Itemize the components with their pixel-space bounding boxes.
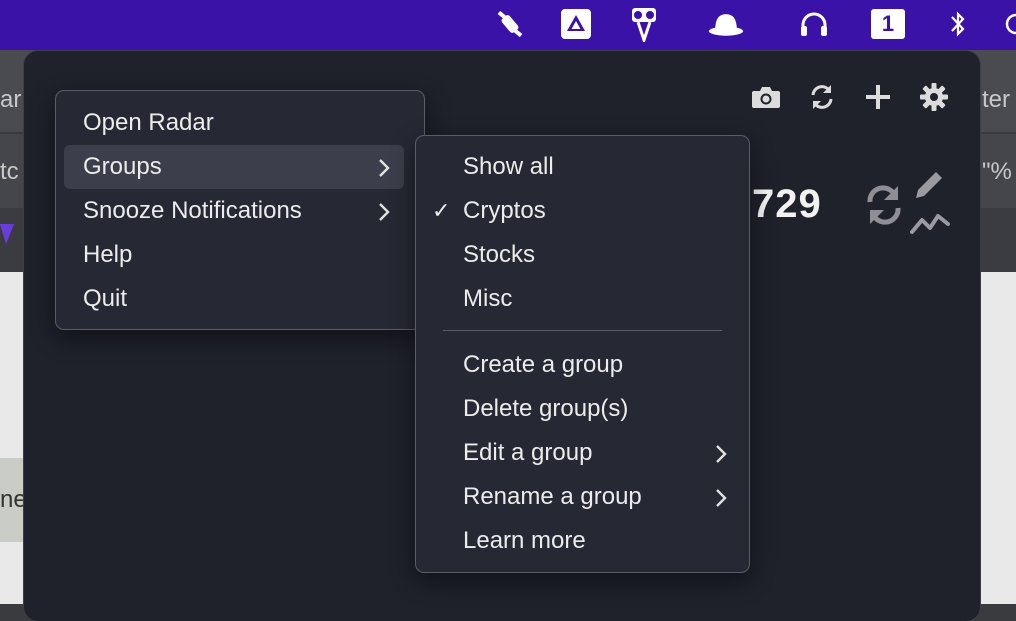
chart-line-icon[interactable] bbox=[910, 210, 950, 241]
drive-icon[interactable] bbox=[558, 8, 594, 40]
background-text: tc bbox=[0, 158, 19, 185]
edit-pencil-icon[interactable] bbox=[912, 168, 946, 207]
headphones-icon[interactable] bbox=[796, 8, 832, 40]
camera-icon[interactable] bbox=[749, 80, 783, 114]
menu-item-label: Groups bbox=[83, 153, 162, 180]
one-password-label: 1 bbox=[871, 9, 905, 39]
menu-item-label: Learn more bbox=[463, 527, 586, 554]
background-text: "% bbox=[982, 158, 1012, 185]
menu-item-cryptos[interactable]: ✓ Cryptos bbox=[424, 189, 741, 233]
menu-item-stocks[interactable]: Stocks bbox=[424, 233, 741, 277]
chevron-right-icon bbox=[715, 431, 727, 475]
chevron-right-icon bbox=[378, 145, 390, 189]
menu-item-label: Edit a group bbox=[463, 439, 593, 466]
menu-item-label: Rename a group bbox=[463, 483, 642, 510]
menu-item-delete-groups[interactable]: Delete group(s) bbox=[424, 387, 741, 431]
gear-icon[interactable] bbox=[917, 80, 951, 114]
menu-item-edit-group[interactable]: Edit a group bbox=[424, 431, 741, 475]
menu-item-label: Cryptos bbox=[463, 197, 546, 224]
menu-item-label: Show all bbox=[463, 153, 554, 180]
menu-item-snooze-notifications[interactable]: Snooze Notifications bbox=[64, 189, 404, 233]
refresh-icon[interactable] bbox=[805, 80, 839, 114]
bluetooth-icon[interactable] bbox=[940, 8, 976, 40]
one-password-icon[interactable]: 1 bbox=[870, 8, 906, 40]
chevron-right-icon bbox=[378, 189, 390, 233]
background-text: ter bbox=[982, 86, 1011, 113]
menu-item-label: Create a group bbox=[463, 351, 624, 378]
background-text: ar bbox=[0, 86, 22, 113]
groups-submenu: Show all ✓ Cryptos Stocks Misc Create a … bbox=[415, 135, 750, 573]
add-icon[interactable] bbox=[861, 80, 895, 114]
menu-item-label: Help bbox=[83, 241, 133, 268]
menu-item-label: Stocks bbox=[463, 241, 536, 268]
hat-icon[interactable] bbox=[708, 8, 744, 40]
menu-item-learn-more[interactable]: Learn more bbox=[424, 519, 741, 563]
radar-menu: Open Radar Groups Snooze Notifications H… bbox=[55, 90, 425, 330]
menu-item-label: Snooze Notifications bbox=[83, 197, 302, 224]
menu-item-misc[interactable]: Misc bbox=[424, 277, 741, 321]
menu-separator bbox=[443, 330, 722, 331]
menu-item-rename-group[interactable]: Rename a group bbox=[424, 475, 741, 519]
menu-item-groups[interactable]: Groups bbox=[64, 145, 404, 189]
menu-item-help[interactable]: Help bbox=[64, 233, 404, 277]
price-value: 729 bbox=[752, 182, 822, 226]
checkmark-icon: ✓ bbox=[432, 198, 451, 223]
background-tab-icon bbox=[0, 220, 16, 246]
row-refresh-icon[interactable] bbox=[864, 184, 904, 231]
chevron-right-icon bbox=[715, 475, 727, 519]
menu-bar: 1 bbox=[0, 0, 1016, 50]
menu-item-label: Misc bbox=[463, 285, 513, 312]
menu-item-show-all[interactable]: Show all bbox=[424, 145, 741, 189]
background-text: ne bbox=[0, 486, 27, 513]
satellite-icon[interactable] bbox=[492, 8, 528, 40]
menu-item-create-group[interactable]: Create a group bbox=[424, 343, 741, 387]
menu-item-label: Open Radar bbox=[83, 109, 214, 136]
menu-item-label: Quit bbox=[83, 285, 128, 312]
menu-item-quit[interactable]: Quit bbox=[64, 277, 404, 321]
scissors-icon[interactable] bbox=[626, 8, 662, 42]
menu-item-open-radar[interactable]: Open Radar bbox=[64, 101, 404, 145]
menu-item-label: Delete group(s) bbox=[463, 395, 629, 422]
control-center-icon[interactable] bbox=[1002, 8, 1016, 40]
